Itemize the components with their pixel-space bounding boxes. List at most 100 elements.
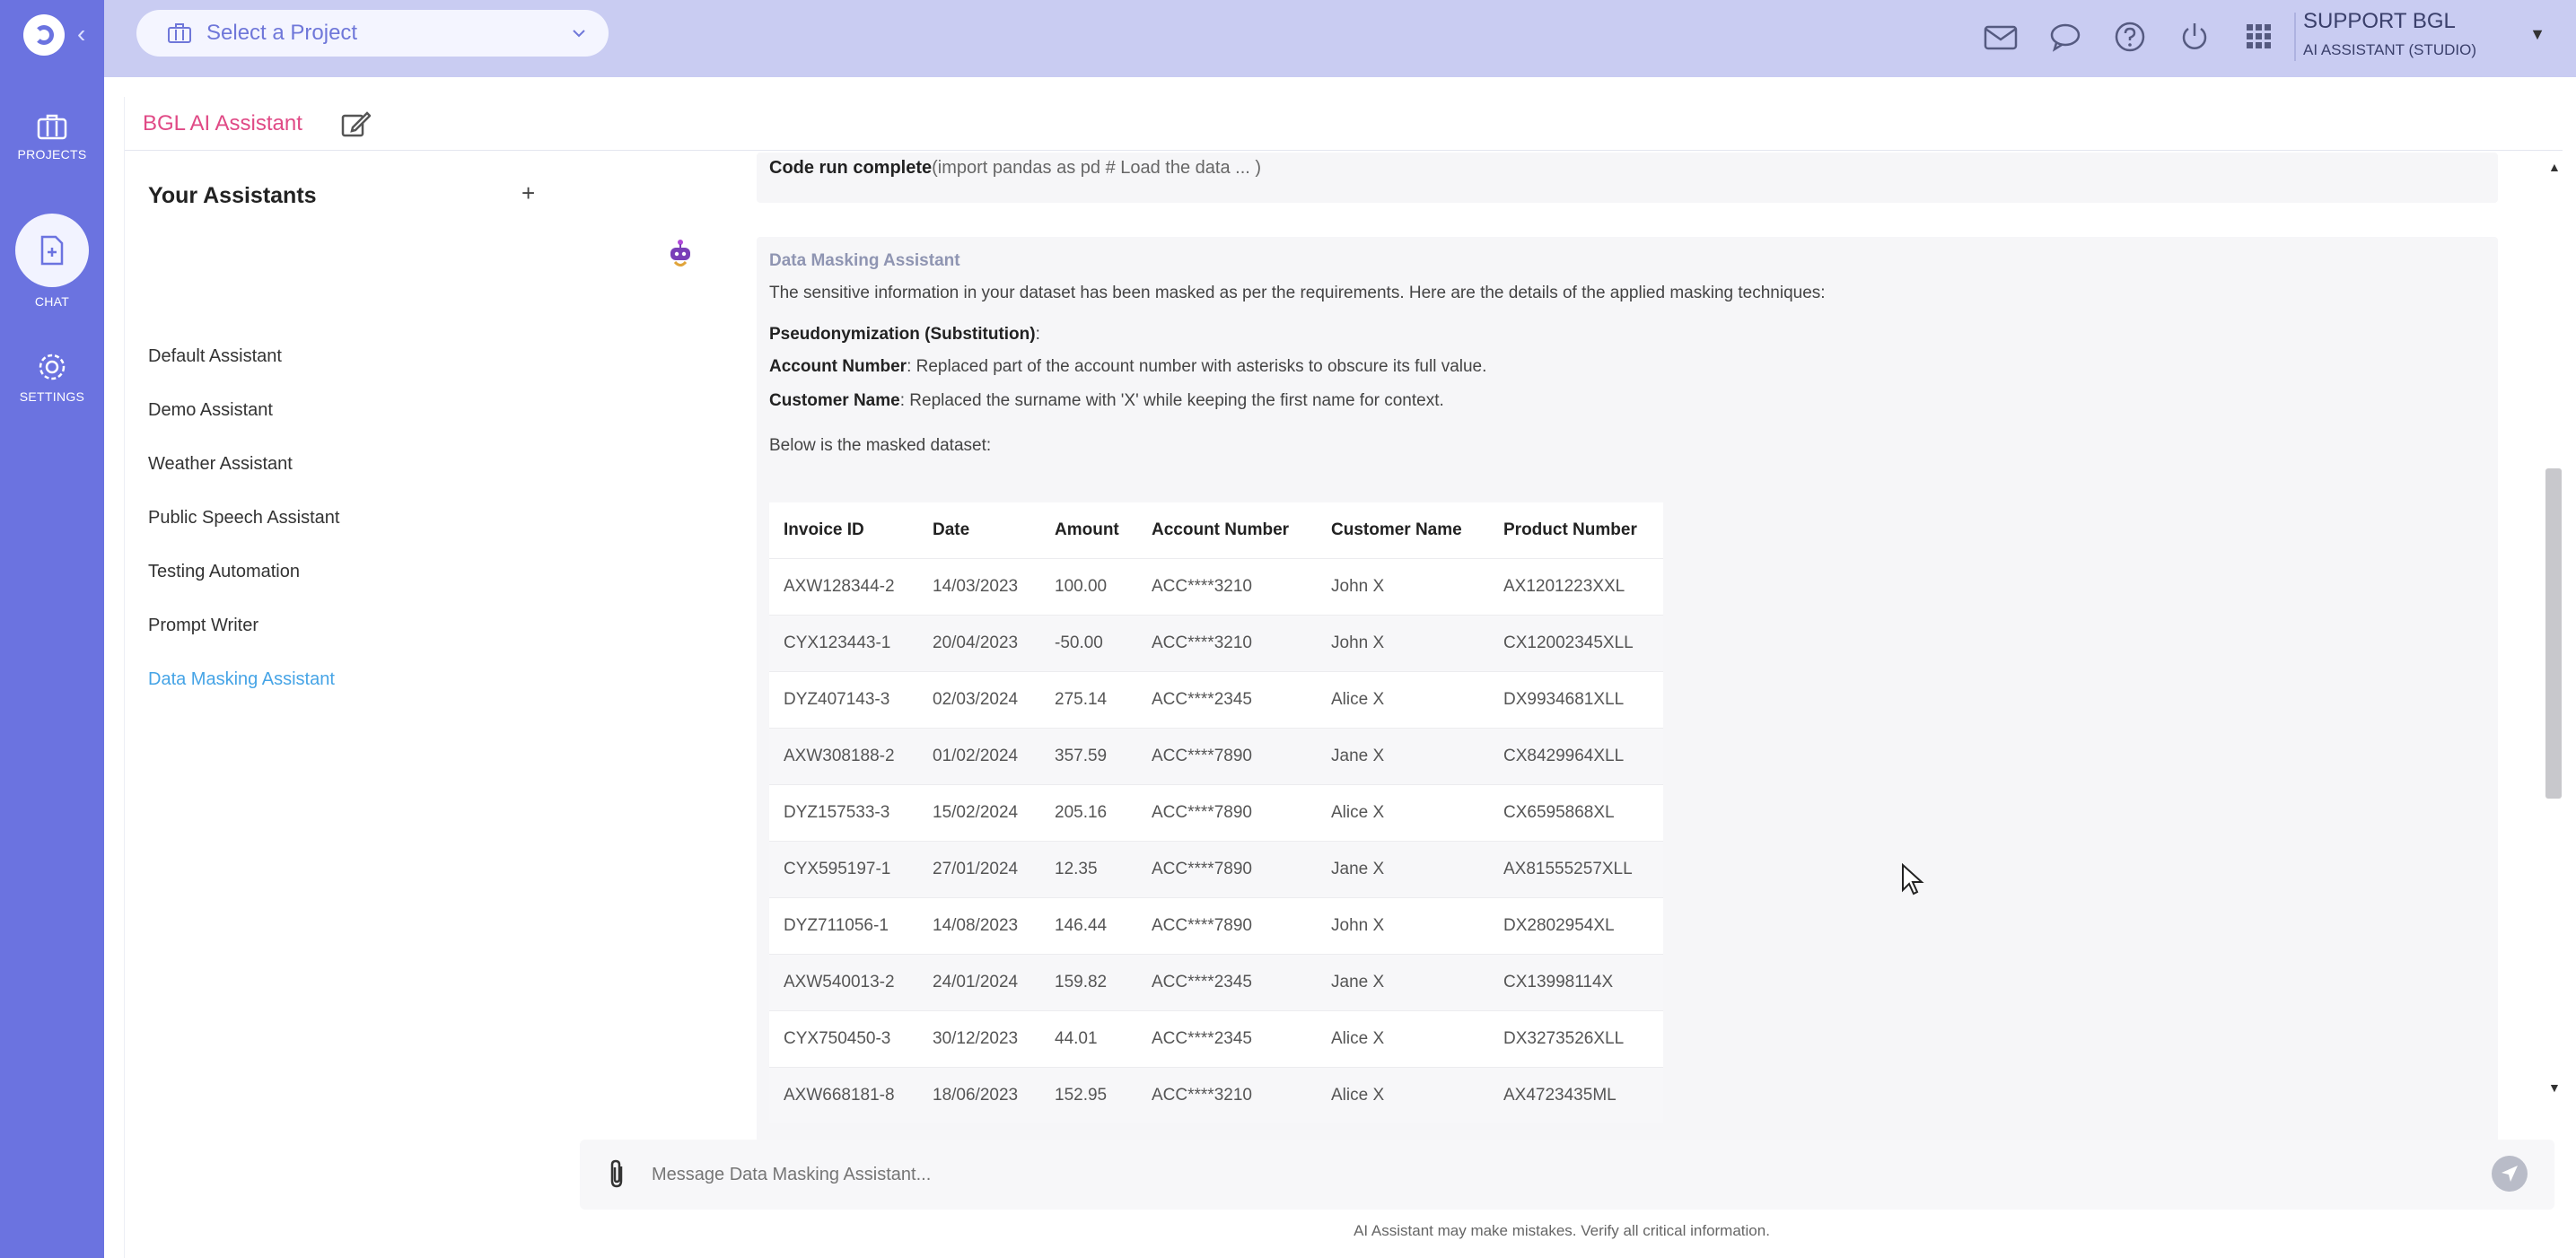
table-row: DYZ407143-3 02/03/2024 275.14 ACC****2345 Al… bbox=[769, 670, 1663, 728]
table-cell: Jane X bbox=[1317, 953, 1489, 1010]
table-cell: DX9934681XLL bbox=[1489, 670, 1663, 728]
table-cell: ACC****3210 bbox=[1137, 1066, 1317, 1123]
page-title: BGL AI Assistant bbox=[143, 111, 302, 135]
table-cell: DYZ157533-3 bbox=[769, 783, 918, 841]
table-cell: 02/03/2024 bbox=[918, 670, 1040, 728]
table-cell: 15/02/2024 bbox=[918, 783, 1040, 841]
table-cell: DYZ407143-3 bbox=[769, 670, 918, 728]
add-assistant-button[interactable]: + bbox=[521, 179, 535, 207]
account-masking-note: Account Number: Replaced part of the acc… bbox=[769, 357, 1486, 377]
rail-label-chat: CHAT bbox=[34, 294, 70, 309]
column-header: Product Number bbox=[1503, 520, 1637, 539]
mail-icon[interactable] bbox=[1980, 16, 2021, 57]
rail-item-projects[interactable]: PROJECTS bbox=[0, 113, 104, 162]
help-icon[interactable] bbox=[2109, 16, 2151, 57]
rail-label-projects: PROJECTS bbox=[17, 147, 87, 162]
table-cell: 27/01/2024 bbox=[918, 840, 1040, 897]
table-cell: 100.00 bbox=[1040, 557, 1137, 615]
table-cell: CX6595868XL bbox=[1489, 783, 1663, 841]
rail-item-settings[interactable]: SETTINGS bbox=[0, 352, 104, 404]
assistant-item-prompt-writer[interactable]: Prompt Writer bbox=[148, 616, 258, 636]
collapse-chevron-icon[interactable]: ‹ bbox=[77, 20, 85, 48]
table-cell: 275.14 bbox=[1040, 670, 1137, 728]
table-row: AXW668181-8 18/06/2023 152.95 ACC****3210 Al… bbox=[769, 1066, 1663, 1123]
table-row: CYX123443-1 20/04/2023 -50.00 ACC****3210 Jo… bbox=[769, 614, 1663, 671]
table-cell: AXW668181-8 bbox=[769, 1066, 918, 1123]
briefcase-icon bbox=[168, 23, 191, 43]
app-logo-icon[interactable] bbox=[23, 14, 65, 56]
account-text: : Replaced part of the account number wi… bbox=[907, 357, 1487, 376]
disclaimer-text: AI Assistant may make mistakes. Verify a… bbox=[1354, 1222, 1770, 1239]
briefcase-icon bbox=[37, 114, 67, 140]
table-cell: ACC****7890 bbox=[1137, 783, 1317, 841]
table-cell: ACC****2345 bbox=[1137, 670, 1317, 728]
column-header: Account Number bbox=[1152, 520, 1290, 539]
chat-bubble-icon[interactable] bbox=[2045, 16, 2086, 57]
assistant-item-data-masking[interactable]: Data Masking Assistant bbox=[148, 669, 335, 690]
scroll-up-icon[interactable]: ▲ bbox=[2548, 160, 2561, 174]
column-header: Date bbox=[933, 520, 970, 539]
table-cell: CX12002345XLL bbox=[1489, 614, 1663, 671]
code-run-detail[interactable]: (import pandas as pd # Load the data ...… bbox=[932, 158, 1261, 178]
table-cell: AX1201223XXL bbox=[1489, 557, 1663, 615]
top-bar: Select a Project SUPPORT BGL AI ASSISTAN… bbox=[104, 0, 2576, 77]
paperclip-icon[interactable] bbox=[607, 1158, 626, 1190]
power-icon[interactable] bbox=[2174, 16, 2215, 57]
assistant-item-default[interactable]: Default Assistant bbox=[148, 346, 282, 367]
user-menu[interactable]: SUPPORT BGL AI ASSISTANT (STUDIO) bbox=[2303, 9, 2501, 59]
scroll-down-icon[interactable]: ▼ bbox=[2548, 1080, 2561, 1095]
table-cell: AXW128344-2 bbox=[769, 557, 918, 615]
apps-grid-icon[interactable] bbox=[2239, 16, 2280, 57]
table-cell: CX13998114X bbox=[1489, 953, 1663, 1010]
technique-heading: Pseudonymization (Substitution) bbox=[769, 325, 1036, 344]
table-cell: AX4723435ML bbox=[1489, 1066, 1663, 1123]
project-select-placeholder: Select a Project bbox=[206, 21, 358, 45]
dataset-intro: Below is the masked dataset: bbox=[769, 436, 992, 455]
send-button[interactable] bbox=[2492, 1156, 2528, 1192]
chat-scrollbar[interactable]: ▲ ▼ bbox=[2543, 160, 2563, 1107]
table-cell: 24/01/2024 bbox=[918, 953, 1040, 1010]
left-rail: ‹ PROJECTS CHAT SETTINGS bbox=[0, 0, 104, 1258]
code-run-label: Code run complete bbox=[769, 158, 933, 178]
customer-masking-note: Customer Name: Replaced the surname with… bbox=[769, 391, 1444, 411]
scrollbar-thumb[interactable] bbox=[2545, 468, 2562, 799]
project-select[interactable]: Select a Project bbox=[136, 10, 609, 57]
table-cell: CYX750450-3 bbox=[769, 1009, 918, 1067]
table-cell: 357.59 bbox=[1040, 727, 1137, 784]
assistant-item-testing-automation[interactable]: Testing Automation bbox=[148, 562, 300, 582]
message-sender: Data Masking Assistant bbox=[769, 251, 960, 270]
technique-heading-suffix: : bbox=[1035, 325, 1040, 344]
assistant-item-demo[interactable]: Demo Assistant bbox=[148, 400, 273, 421]
table-cell: ACC****7890 bbox=[1137, 727, 1317, 784]
table-cell: John X bbox=[1317, 896, 1489, 954]
table-row: CYX595197-1 27/01/2024 12.35 ACC****7890 Jan… bbox=[769, 840, 1663, 897]
user-menu-caret-icon[interactable]: ▼ bbox=[2529, 25, 2545, 44]
rail-item-chat[interactable]: CHAT bbox=[0, 214, 104, 309]
account-label: Account Number bbox=[769, 357, 907, 376]
table-cell: John X bbox=[1317, 557, 1489, 615]
table-cell: Jane X bbox=[1317, 840, 1489, 897]
table-cell: ACC****3210 bbox=[1137, 614, 1317, 671]
table-cell: 152.95 bbox=[1040, 1066, 1137, 1123]
rail-label-settings: SETTINGS bbox=[19, 389, 85, 404]
assistants-sidebar: Your Assistants + Default Assistant Demo… bbox=[125, 151, 556, 1258]
table-cell: 18/06/2023 bbox=[918, 1066, 1040, 1123]
masked-data-table: Invoice ID Date Amount Account Number Cu… bbox=[769, 502, 1663, 1123]
send-icon bbox=[2502, 1166, 2518, 1182]
table-cell: -50.00 bbox=[1040, 614, 1137, 671]
column-header: Invoice ID bbox=[784, 520, 864, 539]
table-cell: DX2802954XL bbox=[1489, 896, 1663, 954]
table-cell: Alice X bbox=[1317, 1009, 1489, 1067]
table-cell: 30/12/2023 bbox=[918, 1009, 1040, 1067]
table-cell: CYX123443-1 bbox=[769, 614, 918, 671]
message-intro: The sensitive information in your datase… bbox=[769, 284, 1826, 302]
customer-label: Customer Name bbox=[769, 391, 900, 410]
table-row: AXW540013-2 24/01/2024 159.82 ACC****2345 Ja… bbox=[769, 953, 1663, 1010]
assistant-item-public-speech[interactable]: Public Speech Assistant bbox=[148, 508, 339, 529]
message-input[interactable] bbox=[652, 1156, 2357, 1193]
assistant-item-weather[interactable]: Weather Assistant bbox=[148, 454, 293, 475]
table-cell: CYX595197-1 bbox=[769, 840, 918, 897]
table-cell: 44.01 bbox=[1040, 1009, 1137, 1067]
edit-icon[interactable] bbox=[340, 109, 371, 138]
table-cell: DYZ711056-1 bbox=[769, 896, 918, 954]
